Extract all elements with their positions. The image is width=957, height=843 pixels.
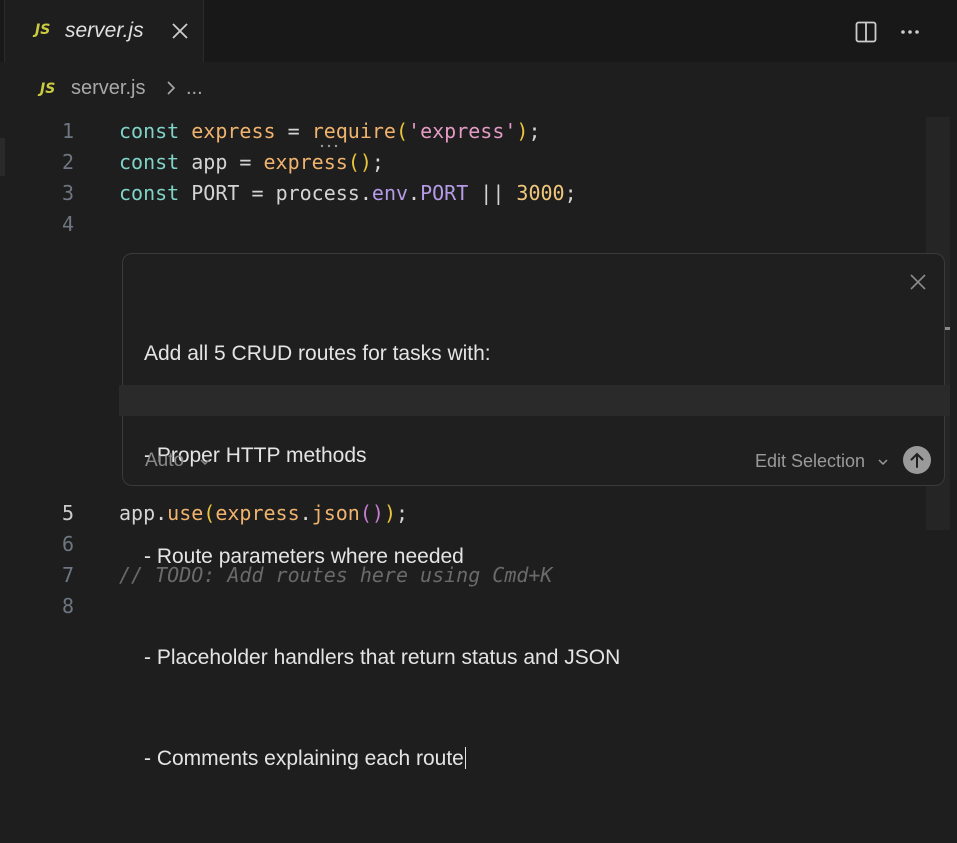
semicolon: ; <box>528 119 541 143</box>
chevron-down-icon[interactable] <box>199 457 211 467</box>
code-line-1[interactable]: const express = require('express'); <box>119 119 541 143</box>
tab-bar: JS server.js <box>0 0 957 63</box>
close-icon[interactable] <box>169 20 191 42</box>
line-number: 6 <box>61 532 74 556</box>
code-line-3[interactable]: const PORT = process.env.PORT || 3000; <box>119 181 577 205</box>
operator: = <box>239 181 276 205</box>
object-name: app <box>119 501 156 525</box>
dot: . <box>299 501 312 525</box>
function-name: express <box>263 150 348 174</box>
keyword: const <box>119 181 180 205</box>
arrow-up-icon <box>910 452 924 468</box>
function-name: use <box>167 501 204 525</box>
line-number: 2 <box>61 150 74 174</box>
breadcrumb-file[interactable]: server.js <box>71 77 145 100</box>
variable: PORT <box>191 181 240 205</box>
code-line-2[interactable]: const app = express(); <box>119 150 384 174</box>
number-literal: 3000 <box>516 181 565 205</box>
close-icon[interactable] <box>908 272 928 292</box>
dot: . <box>359 181 372 205</box>
paren: ( <box>395 119 409 143</box>
comment: // TODO: Add routes here using Cmd+K <box>119 563 553 587</box>
property: PORT <box>420 181 469 205</box>
semicolon: ; <box>564 181 577 205</box>
tab-server-js[interactable]: JS server.js <box>4 0 204 62</box>
semicolon: ; <box>371 150 384 174</box>
object-name: process <box>275 181 360 205</box>
line-number: 7 <box>61 563 74 587</box>
line-number: 4 <box>61 212 74 236</box>
inline-prompt-panel: Add all 5 CRUD routes for tasks with: - … <box>122 253 945 770</box>
more-actions-icon[interactable] <box>898 20 922 44</box>
line-number-active: 5 <box>61 501 74 525</box>
line-number: 8 <box>61 594 74 618</box>
operator: = <box>227 150 264 174</box>
prompt-line: - Proper HTTP methods <box>144 443 367 467</box>
variable: express <box>191 119 276 143</box>
line-number: 1 <box>61 119 74 143</box>
paren: () <box>359 501 384 525</box>
string-literal: 'express' <box>408 119 517 143</box>
hint-dots-icon <box>320 144 338 148</box>
paren: ) <box>383 501 396 525</box>
paren: () <box>347 150 372 174</box>
keyword: const <box>119 119 180 143</box>
semicolon: ; <box>396 501 409 525</box>
dot: . <box>408 181 421 205</box>
prompt-line: - Placeholder handlers that return statu… <box>144 645 621 669</box>
operator: = <box>275 119 312 143</box>
prompt-line: - Comments explaining each route <box>144 746 464 770</box>
breadcrumb-symbol[interactable]: ... <box>186 77 203 100</box>
function-name: json <box>311 501 360 525</box>
paren: ( <box>203 501 216 525</box>
model-selector[interactable]: Auto <box>145 450 184 472</box>
object-name: express <box>215 501 300 525</box>
tab-label: server.js <box>65 19 144 42</box>
chevron-right-icon <box>167 81 176 95</box>
js-file-icon: JS <box>40 81 56 97</box>
split-editor-icon[interactable] <box>854 20 878 44</box>
js-file-icon: JS <box>35 22 51 38</box>
operator: || <box>468 181 517 205</box>
edit-selection-dropdown[interactable]: Edit Selection <box>755 451 865 472</box>
line-number: 3 <box>61 181 74 205</box>
property: env <box>371 181 409 205</box>
variable: app <box>191 150 228 174</box>
text-cursor <box>464 746 466 769</box>
current-line-highlight <box>119 385 950 416</box>
prompt-line-last: - Comments explaining each route <box>144 742 620 776</box>
submit-button[interactable] <box>903 446 931 474</box>
function-name: require <box>311 119 396 143</box>
keyword: const <box>119 150 180 174</box>
breadcrumb: JS server.js ... <box>0 62 957 114</box>
prompt-line: Add all 5 CRUD routes for tasks with: <box>144 342 491 366</box>
code-line-7[interactable]: // TODO: Add routes here using Cmd+K <box>119 563 552 587</box>
code-line-5[interactable]: app.use(express.json()); <box>119 501 408 525</box>
chevron-down-icon[interactable] <box>877 457 889 467</box>
dot: . <box>155 501 168 525</box>
prompt-input[interactable]: Add all 5 CRUD routes for tasks with: - … <box>144 270 620 843</box>
paren: ) <box>516 119 529 143</box>
gutter-marker <box>0 138 5 176</box>
